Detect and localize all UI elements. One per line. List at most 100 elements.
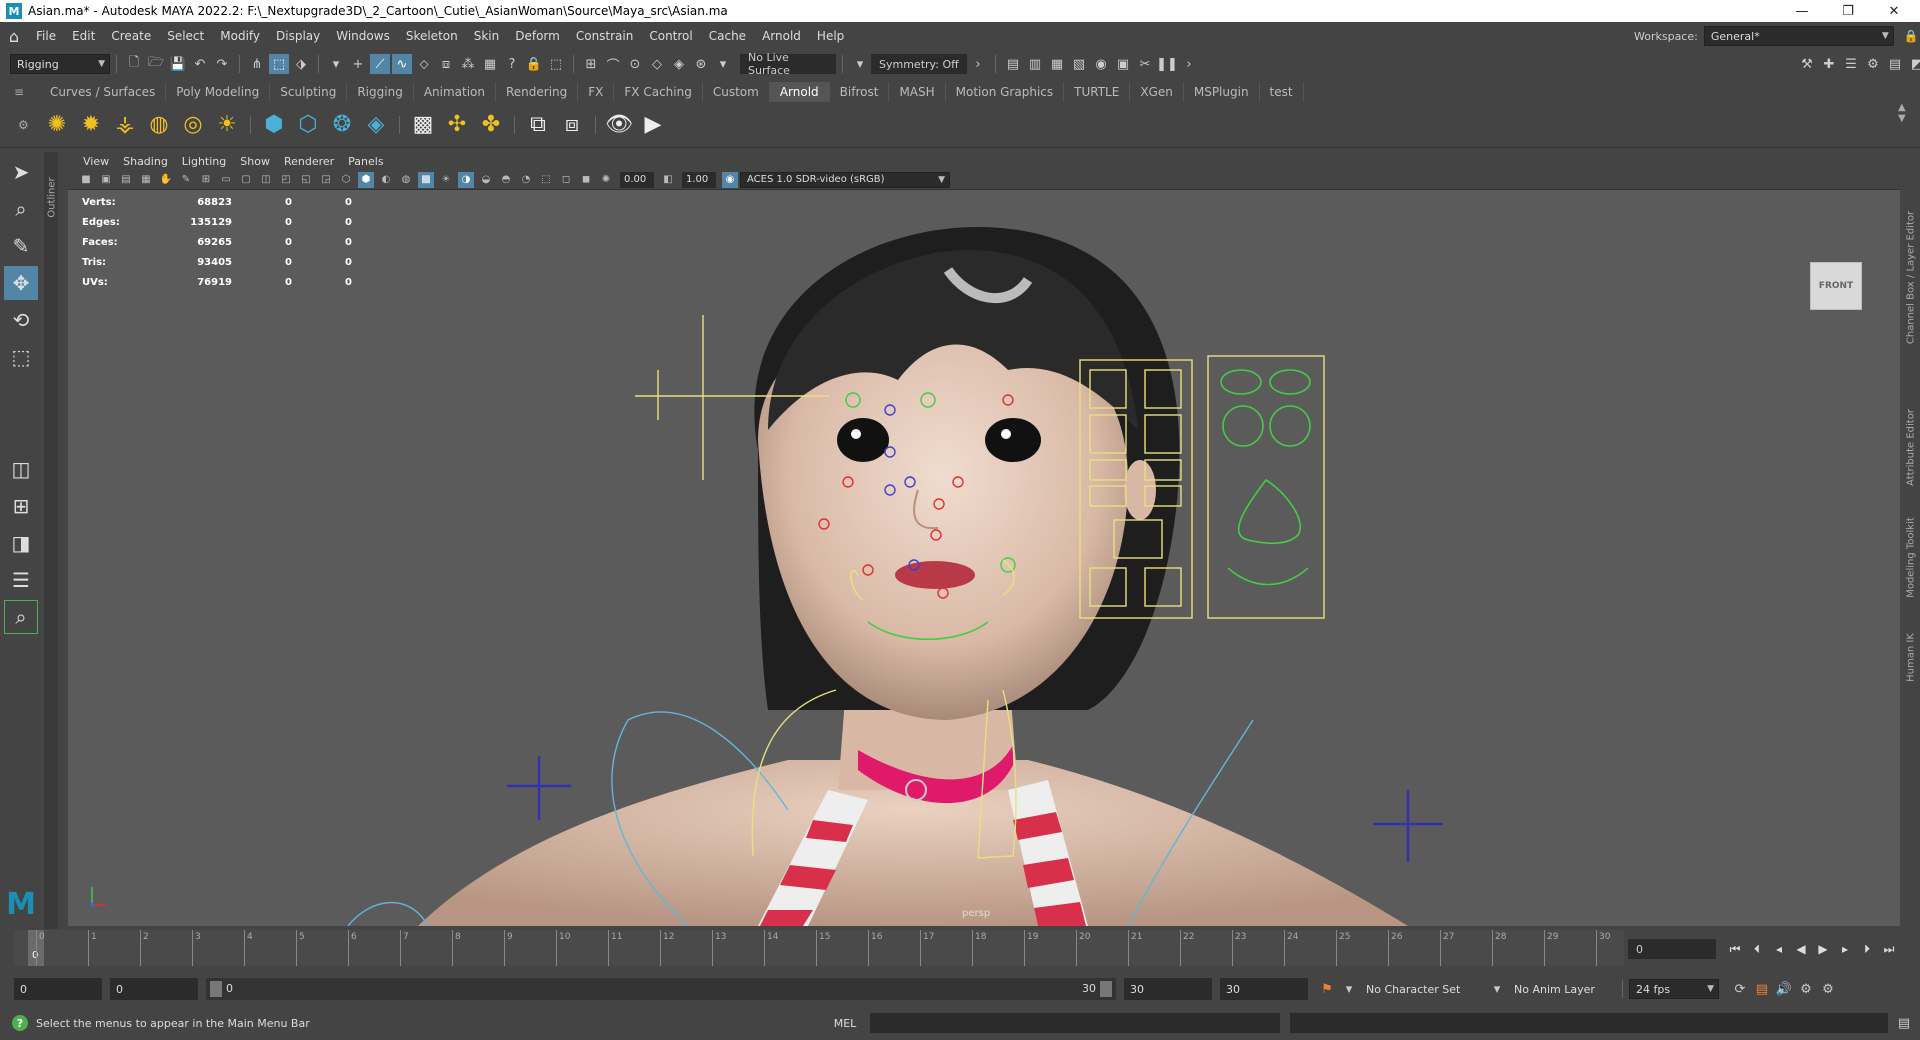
workspace-dropdown[interactable]: General* ▼ (1703, 26, 1894, 46)
go-to-start-icon[interactable]: ⏮ (1724, 942, 1746, 957)
outliner-tab[interactable]: Outliner (44, 152, 58, 929)
dynamics-icon[interactable]: ⁂ (458, 54, 478, 74)
single-pane-layout-icon[interactable]: ◫ (4, 452, 38, 486)
chevron-down-icon[interactable]: ▾ (850, 54, 870, 74)
film-gate-icon[interactable]: ▭ (218, 172, 234, 188)
snap-surface-icon[interactable]: ◈ (669, 54, 689, 74)
panel-menu-shading[interactable]: Shading (116, 155, 175, 168)
wireframe-on-shaded-icon[interactable]: ◍ (398, 172, 414, 188)
tab-mash[interactable]: MASH (889, 82, 946, 102)
tab-fx-caching[interactable]: FX Caching (614, 82, 703, 102)
lasso-tool-icon[interactable]: ⌕ (4, 192, 38, 226)
select-object-icon[interactable]: ⬚ (269, 54, 289, 74)
menu-select[interactable]: Select (159, 29, 212, 43)
tx-manager-icon[interactable]: ▩ (408, 110, 438, 140)
wireframe-icon[interactable]: ⬡ (338, 172, 354, 188)
render-settings-icon[interactable]: ▧ (1069, 54, 1089, 74)
start-time-field[interactable]: 0 (14, 978, 102, 1000)
area-light-icon[interactable]: ✺ (42, 110, 72, 140)
modeling-toolkit-icon[interactable]: ⚒ (1797, 54, 1817, 74)
command-input[interactable] (870, 1013, 1280, 1033)
playback-start-field[interactable]: 0 (110, 978, 198, 1000)
grease-pencil-icon[interactable]: ✎ (178, 172, 194, 188)
search-icon[interactable]: ⌕ (4, 600, 38, 634)
playback-end-field[interactable]: 30 (1124, 978, 1212, 1000)
step-back-key-icon[interactable]: ⏴ (1746, 942, 1768, 957)
tab-rendering[interactable]: Rendering (496, 82, 579, 102)
menuset-dropdown[interactable]: Rigging ▼ (10, 54, 110, 74)
shadows-icon[interactable]: ◑ (458, 171, 474, 188)
anim-prefs-icon[interactable]: ⚙ (1796, 979, 1816, 999)
menu-windows[interactable]: Windows (328, 29, 398, 43)
tab-xgen[interactable]: XGen (1130, 82, 1184, 102)
panel-menu-renderer[interactable]: Renderer (277, 155, 341, 168)
arnold-flush-icon[interactable]: ✂ (1135, 54, 1155, 74)
render-view-icon[interactable]: 👁 (604, 110, 634, 140)
bookmark-icon[interactable]: ▤ (118, 172, 134, 188)
menu-file[interactable]: File (28, 29, 64, 43)
highlight-selection-icon[interactable]: ⬚ (546, 54, 566, 74)
screen-space-ao-icon[interactable]: ◒ (478, 172, 494, 188)
shelf-menu-icon[interactable]: ≡ (14, 85, 24, 99)
menu-skin[interactable]: Skin (466, 29, 508, 43)
tab-msplugin[interactable]: MSPlugin (1184, 82, 1260, 102)
smooth-shade-icon[interactable]: ⬢ (358, 171, 374, 188)
snap-grid-icon[interactable]: ⊞ (581, 54, 601, 74)
step-back-frame-icon[interactable]: ◂ (1768, 942, 1790, 956)
human-ik-icon[interactable]: ✚ (1819, 54, 1839, 74)
two-d-pan-icon[interactable]: ✋ (158, 172, 174, 188)
gate-mask-icon[interactable]: ◫ (258, 172, 274, 188)
close-button[interactable]: ✕ (1872, 0, 1916, 22)
rotate-tool-icon[interactable]: ⟲ (4, 303, 38, 337)
flush-all-icon[interactable]: ✤ (476, 110, 506, 140)
range-slider[interactable]: 0 30 (206, 978, 1116, 1000)
curves-icon[interactable]: ∿ (392, 54, 412, 74)
textured-icon[interactable]: ▩ (418, 171, 434, 188)
live-surface-field[interactable]: No Live Surface (740, 51, 836, 77)
script-editor-icon[interactable]: ▤ (1894, 1013, 1914, 1033)
field-chart-icon[interactable]: ◰ (278, 172, 294, 188)
preferences-icon[interactable]: ⚙ (1818, 979, 1838, 999)
cache-playback-icon[interactable]: ▤ (1752, 979, 1772, 999)
volume-icon[interactable]: ⬡ (293, 110, 323, 140)
tab-rigging[interactable]: Rigging (347, 82, 414, 102)
joints-icon[interactable]: ⟋ (370, 54, 390, 74)
character-set-field[interactable]: No Character Set (1360, 978, 1478, 1000)
outliner-layout-icon[interactable]: ☰ (4, 563, 38, 597)
home-icon[interactable]: ⌂ (0, 27, 28, 46)
range-end-handle[interactable] (1100, 981, 1112, 997)
snap-point-icon[interactable]: ⊙ (625, 54, 645, 74)
end-time-field[interactable]: 30 (1220, 978, 1308, 1000)
misc-icon[interactable]: ? (502, 54, 522, 74)
time-slider[interactable]: 0 0 1 2 3 4 5 6 7 8 9 10 11 12 13 14 15 16 17 18 19 20 21 22 23… (14, 930, 1624, 966)
view-cube[interactable]: FRONT (1810, 262, 1862, 310)
default-material-icon[interactable]: ◐ (378, 172, 394, 188)
sound-icon[interactable]: 🔊 (1774, 979, 1794, 999)
surfaces-icon[interactable]: ⬦ (414, 54, 434, 74)
mesh-light-icon[interactable]: ✹ (76, 110, 106, 140)
redo-icon[interactable]: ↷ (212, 54, 232, 74)
undo-icon[interactable]: ↶ (190, 54, 210, 74)
lock-selection-icon[interactable]: 🔒 (524, 54, 544, 74)
menu-control[interactable]: Control (641, 29, 700, 43)
flush-textures-icon[interactable]: ✣ (442, 110, 472, 140)
gamma-icon[interactable]: ◧ (660, 172, 676, 188)
menu-modify[interactable]: Modify (212, 29, 268, 43)
perspective-viewport[interactable]: Verts: 68823 0 0 Edges: 135129 0 0 Faces… (68, 190, 1900, 926)
maximize-button[interactable]: ❐ (1826, 0, 1870, 22)
menu-arnold[interactable]: Arnold (754, 29, 809, 43)
lookdev-icon[interactable]: ⧈ (557, 110, 587, 140)
tab-fx[interactable]: FX (578, 82, 615, 102)
save-scene-icon[interactable]: 💾 (168, 54, 188, 74)
tab-motion-graphics[interactable]: Motion Graphics (946, 82, 1065, 102)
attribute-editor-icon[interactable]: ☰ (1841, 54, 1861, 74)
two-pane-layout-icon[interactable]: ◨ (4, 526, 38, 560)
motion-blur-icon[interactable]: ◓ (498, 172, 514, 188)
step-forward-frame-icon[interactable]: ▸ (1834, 942, 1856, 956)
menu-create[interactable]: Create (103, 29, 159, 43)
tab-custom[interactable]: Custom (703, 82, 770, 102)
four-pane-layout-icon[interactable]: ⊞ (4, 489, 38, 523)
current-frame-field[interactable]: 0 (1628, 939, 1716, 959)
menu-cache[interactable]: Cache (701, 29, 754, 43)
chevron-down-icon[interactable]: ▾ (713, 54, 733, 74)
